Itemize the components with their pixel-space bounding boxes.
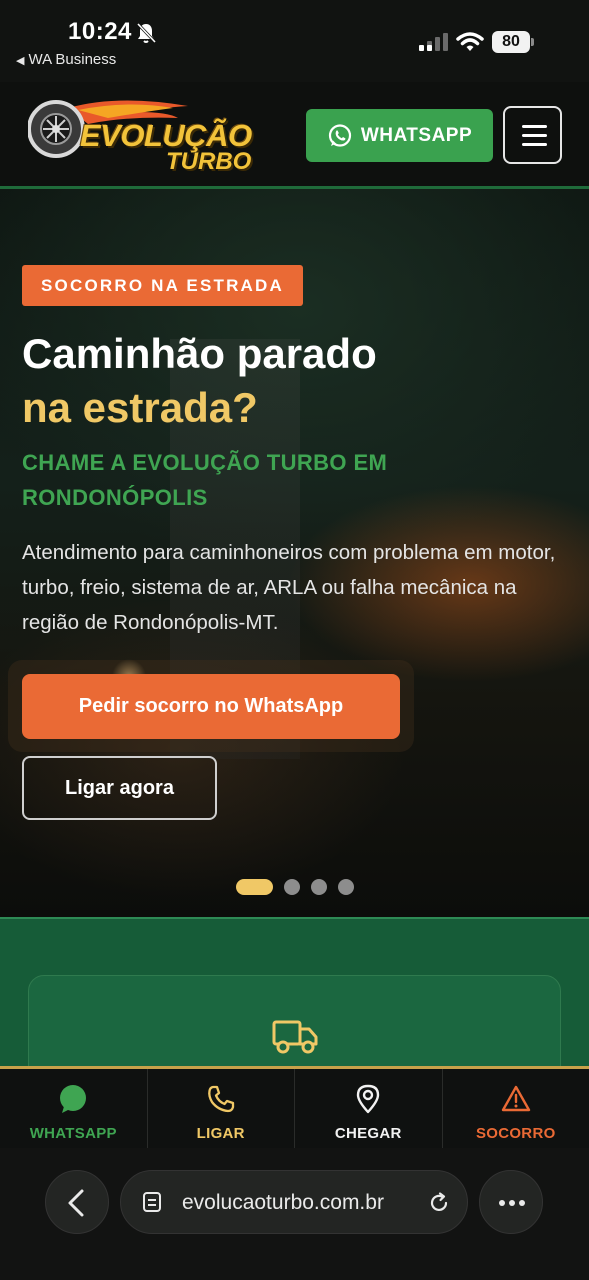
menu-line-icon — [522, 125, 547, 128]
features-section — [0, 917, 589, 1095]
evolucao-turbo-logo[interactable]: EVOLUÇÃO TURBO — [28, 96, 252, 178]
carousel-dot-1[interactable] — [236, 879, 273, 895]
header-whatsapp-button[interactable]: WHATSAPP — [306, 109, 493, 162]
battery-level: 80 — [492, 31, 530, 53]
hero-tag-badge: SOCORRO NA ESTRADA — [22, 265, 303, 306]
chevron-left-icon — [68, 1189, 84, 1217]
hero-description: Atendimento para caminhoneiros com probl… — [22, 541, 556, 634]
nav-whatsapp-label: WHATSAPP — [29, 1125, 117, 1142]
hero-title: Caminhão parado na estrada? — [22, 327, 562, 435]
url-text: evolucaoturbo.com.br — [182, 1191, 384, 1214]
phone-icon — [207, 1085, 234, 1113]
whatsapp-icon — [328, 123, 351, 147]
hero-title-line1: Caminhão parado — [22, 330, 377, 377]
carousel-dot-3[interactable] — [311, 879, 327, 895]
nav-socorro-label: SOCORRO — [475, 1125, 556, 1142]
browser-back-button[interactable] — [45, 1170, 109, 1234]
hero-subtitle: CHAME A EVOLUÇÃO TURBO EM RONDONÓPOLIS — [22, 450, 388, 510]
nav-chegar[interactable]: CHEGAR — [295, 1069, 443, 1148]
nav-socorro[interactable]: SOCORRO — [443, 1069, 589, 1148]
back-to-app-link[interactable]: ◀ WA Business — [16, 51, 116, 68]
bottom-navigation: WHATSAPP LIGAR CHEGAR SOCORRO — [0, 1066, 589, 1148]
browser-more-button[interactable] — [479, 1170, 543, 1234]
whatsapp-help-button[interactable]: Pedir socorro no WhatsApp — [22, 674, 400, 739]
hero-section: SOCORRO NA ESTRADA Caminhão parado na es… — [0, 189, 589, 917]
hamburger-menu-button[interactable] — [503, 106, 562, 164]
nav-whatsapp[interactable]: WHATSAPP — [0, 1069, 148, 1148]
address-bar[interactable]: evolucaoturbo.com.br — [120, 1170, 468, 1234]
nav-ligar[interactable]: LIGAR — [148, 1069, 295, 1148]
warning-icon — [501, 1085, 530, 1112]
nav-chegar-label: CHEGAR — [334, 1125, 402, 1142]
cellular-signal-icon — [419, 33, 448, 51]
call-now-button[interactable]: Ligar agora — [22, 756, 217, 820]
reload-icon[interactable] — [427, 1191, 451, 1215]
logo-text-turbo: TURBO — [166, 148, 252, 175]
browser-toolbar: evolucaoturbo.com.br — [0, 1148, 589, 1280]
wifi-icon — [456, 32, 484, 51]
bell-muted-icon — [136, 22, 156, 44]
header-whatsapp-label: WHATSAPP — [360, 124, 473, 146]
more-dots-icon — [499, 1200, 525, 1206]
battery-indicator: 80 — [492, 31, 534, 53]
status-bar: 10:24 ◀ WA Business 80 — [0, 0, 589, 82]
whatsapp-icon — [60, 1085, 87, 1113]
site-header: EVOLUÇÃO TURBO WHATSAPP — [0, 82, 589, 189]
carousel-dot-4[interactable] — [338, 879, 354, 895]
hero-title-line2: na estrada? — [22, 384, 258, 431]
back-app-label: WA Business — [28, 51, 117, 68]
map-pin-icon — [357, 1084, 380, 1114]
carousel-dot-2[interactable] — [284, 879, 300, 895]
status-time: 10:24 — [68, 18, 132, 45]
tabs-icon — [143, 1192, 161, 1212]
carousel-dots — [236, 879, 354, 895]
nav-ligar-label: LIGAR — [196, 1125, 245, 1142]
truck-icon — [272, 1020, 318, 1054]
